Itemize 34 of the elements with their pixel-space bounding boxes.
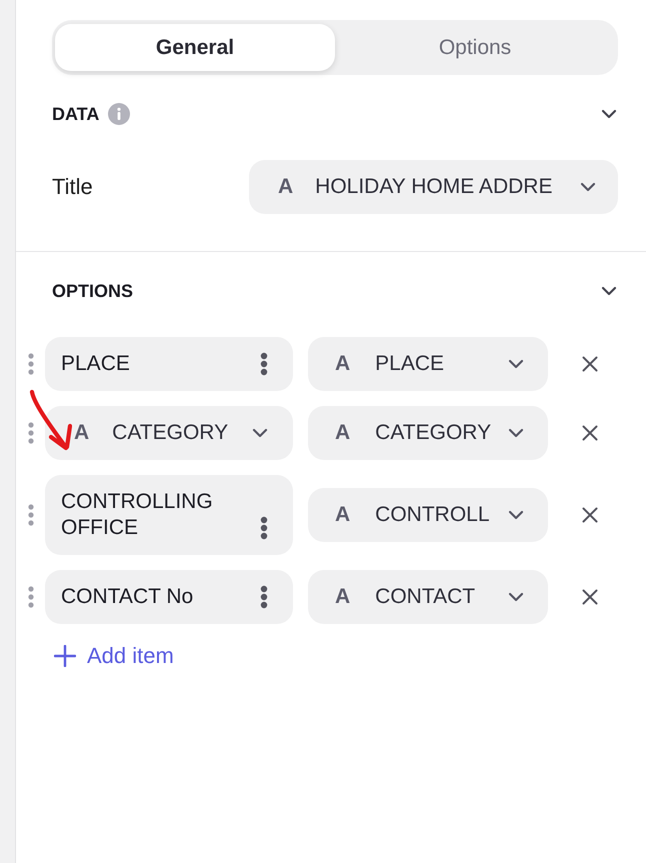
close-icon[interactable] — [582, 589, 598, 605]
kebab-menu-icon[interactable] — [260, 516, 268, 540]
type-icon: A — [278, 175, 294, 199]
close-icon[interactable] — [582, 425, 598, 441]
option-name-field[interactable]: CONTACT No — [45, 570, 293, 624]
drag-handle-icon[interactable] — [28, 422, 34, 444]
title-dropdown[interactable]: A HOLIDAY HOME ADDRE — [249, 160, 618, 214]
type-icon: A — [335, 503, 350, 527]
drag-handle-icon[interactable] — [28, 504, 34, 526]
field-label: Title — [52, 174, 93, 200]
drag-handle-icon[interactable] — [28, 586, 34, 608]
kebab-menu-icon[interactable] — [260, 585, 268, 609]
annotation-arrow — [28, 389, 72, 453]
type-icon: A — [74, 421, 90, 445]
section-title: DATA — [52, 104, 100, 124]
option-name-dropdown[interactable]: A CATEGORY — [45, 406, 293, 460]
source-dropdown[interactable]: A CATEGORY — [308, 406, 548, 460]
kebab-menu-icon[interactable] — [260, 352, 268, 376]
option-name-field[interactable]: PLACE — [45, 337, 293, 391]
type-icon: A — [335, 421, 350, 445]
plus-icon — [54, 645, 76, 667]
type-icon: A — [335, 352, 350, 376]
add-item-button[interactable]: Add item — [54, 644, 174, 668]
tab[interactable]: Options — [335, 24, 615, 71]
close-icon[interactable] — [582, 356, 598, 372]
source-dropdown[interactable]: A CONTACT — [308, 570, 548, 624]
type-icon: A — [335, 585, 350, 609]
section-title: OPTIONS — [52, 280, 134, 302]
option-name-field[interactable]: CONTROLLING OFFICE — [45, 475, 293, 555]
drag-handle-icon[interactable] — [28, 353, 34, 375]
source-dropdown[interactable]: A PLACE — [308, 337, 548, 391]
source-dropdown[interactable]: A CONTROLL — [308, 488, 548, 542]
tab[interactable]: General — [55, 24, 335, 71]
close-icon[interactable] — [582, 507, 598, 523]
